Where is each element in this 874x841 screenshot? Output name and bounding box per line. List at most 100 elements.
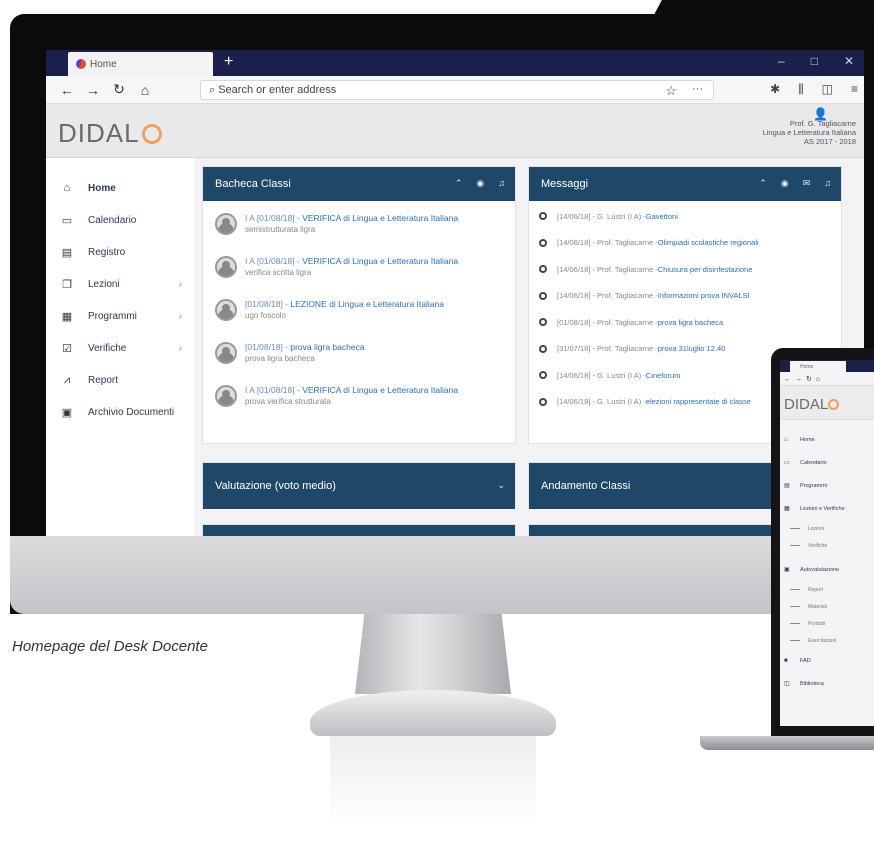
lessons-icon: ▦	[784, 506, 790, 512]
list-item[interactable]: I A [01/08/18] - VERIFICA di Lingua e Le…	[203, 250, 515, 293]
laptop-menu-item[interactable]: ▦ Lezioni e Verifiche	[780, 497, 874, 520]
list-item[interactable]: [01/08/18] - LEZIONE di Lingua e Lettera…	[203, 293, 515, 336]
search-icon: ⌕	[209, 84, 219, 96]
laptop-submenu-item[interactable]: Prodotti	[780, 615, 874, 632]
list-item[interactable]: [01/08/18] - Prof. Tagliacarne - prova l…	[529, 309, 841, 336]
post-subtitle: prova ligra bacheca	[245, 354, 315, 363]
more-icon[interactable]: ···	[692, 83, 703, 95]
bullet-icon	[539, 344, 547, 353]
list-item[interactable]: [14/06/18] - Prof. Tagliacarne - Informa…	[529, 283, 841, 310]
sidebar-item-lezioni[interactable]: ❐ Lezioni ›	[46, 268, 194, 300]
bell-icon[interactable]: ♫	[824, 178, 831, 189]
list-item[interactable]: I A [01/08/18] - VERIFICA di Lingua e Le…	[203, 207, 515, 250]
laptop-tab-title[interactable]: Home	[790, 361, 846, 372]
reload-icon[interactable]: ↻	[106, 81, 132, 98]
forward-icon[interactable]: →	[795, 376, 806, 383]
forward-icon[interactable]: →	[80, 82, 106, 98]
list-item[interactable]: [01/08/18] - prova ligra bacheca prova li…	[203, 336, 515, 379]
sidebar-item-label: Verifiche	[88, 342, 127, 354]
menu-label: Calendario	[800, 459, 827, 466]
collapse-icon[interactable]: ⌃	[759, 178, 767, 189]
chevron-down-icon[interactable]: ⌄	[497, 480, 505, 491]
message-subject: Informazioni prova INVALSI	[657, 291, 750, 301]
calendar-icon: ▭	[61, 214, 73, 227]
back-icon[interactable]: ←	[784, 376, 795, 383]
browser-navbar: ← → ↻ ⌂ ⌕ Search or enter address ☆ ··· …	[46, 76, 864, 104]
eye-icon[interactable]: ◉	[781, 178, 789, 189]
home-icon[interactable]: ⌂	[816, 376, 824, 383]
close-button[interactable]: ✕	[844, 54, 854, 68]
sidebar-item-label: Registro	[88, 246, 126, 258]
menu-label: Autovalutazione	[800, 566, 840, 573]
message-meta: [14/06/18] - G. Lustri (I A) -	[557, 211, 646, 221]
back-icon[interactable]: ←	[54, 82, 80, 98]
sidebar-item-archivio-documenti[interactable]: ▣ Archivio Documenti	[46, 396, 194, 428]
didal-logo[interactable]: DIDAL	[58, 118, 162, 149]
bullet-icon	[539, 371, 547, 380]
browser-tabbar: Home + – □ ✕	[46, 50, 864, 76]
sidebar-icon[interactable]: ◫	[822, 82, 833, 97]
list-item[interactable]: I A [01/08/18] - VERIFICA di Lingua e Le…	[203, 379, 515, 422]
panel-header-stub	[202, 524, 516, 536]
laptop-menu-item[interactable]: ⌂ Home	[780, 428, 874, 451]
programs-icon: ▤	[784, 483, 790, 489]
app-header: DIDAL 👤 Prof. G. Tagliacarne Lingua e Le…	[46, 104, 864, 158]
list-item[interactable]: [14/06/18] - G. Lustri (I A) - Gavettoni	[529, 203, 841, 230]
menu-label: Lezioni e Verifiche	[800, 505, 845, 512]
collapse-icon[interactable]: ⌃	[455, 178, 463, 189]
sidebar-item-report[interactable]: ⩘ Report	[46, 364, 194, 396]
sidebar-item-programmi[interactable]: ▦ Programmi ›	[46, 300, 194, 332]
menu-label: Report	[808, 586, 824, 593]
bell-icon[interactable]: ♫	[498, 178, 505, 189]
mail-icon[interactable]: ✉	[803, 178, 811, 189]
eye-icon[interactable]: ◉	[476, 178, 484, 189]
window-controls: – □ ✕	[778, 54, 854, 68]
panel-header[interactable]: Valutazione (voto medio) ⌄	[203, 463, 515, 509]
user-info[interactable]: 👤 Prof. G. Tagliacarne Lingua e Letterat…	[763, 108, 856, 146]
post-list: I A [01/08/18] - VERIFICA di Lingua e Le…	[203, 201, 515, 422]
laptop-menu-item[interactable]: ▣ Autovalutazione	[780, 558, 874, 581]
list-item[interactable]: [14/06/18] - Prof. Tagliacarne - Chiusur…	[529, 256, 841, 283]
new-tab-button[interactable]: +	[224, 53, 233, 71]
home-icon[interactable]: ⌂	[132, 82, 158, 98]
post-ref: I A [01/08/18] -	[245, 256, 303, 266]
browser-tab[interactable]: Home	[68, 52, 213, 76]
menu-icon[interactable]: ≡	[851, 82, 858, 97]
library-icon[interactable]: ⫼	[798, 82, 804, 97]
message-subject: elezioni rappresentate di classe	[645, 397, 751, 407]
laptop-base	[700, 736, 874, 750]
laptop-sidebar: ⌂ Home ▭ Calendario ▤ Programmi ▦ Lezioni e …	[780, 420, 874, 695]
menu-label: Esercitazioni	[808, 637, 837, 644]
message-subject: Cineforum	[645, 370, 681, 380]
laptop-menu-item[interactable]: ▭ Calendario	[780, 451, 874, 474]
laptop-submenu-item[interactable]: Report	[780, 581, 874, 598]
logo-text: DIDAL	[784, 396, 829, 413]
sidebar-item-calendario[interactable]: ▭ Calendario	[46, 204, 194, 236]
laptop-logo[interactable]: DIDAL	[780, 386, 874, 420]
maximize-button[interactable]: □	[811, 54, 818, 68]
sidebar-item-registro[interactable]: ▤ Registro	[46, 236, 194, 268]
address-placeholder: Search or enter address	[218, 84, 337, 96]
laptop-submenu-item[interactable]: Verifiche	[780, 537, 874, 554]
sidebar-item-verifiche[interactable]: ☑ Verifiche ›	[46, 332, 194, 364]
laptop-menu-item[interactable]: ▤ Programmi	[780, 474, 874, 497]
archive-icon: ▣	[61, 406, 73, 419]
laptop-menu-item[interactable]: ◫ Biblioteca	[780, 672, 874, 695]
laptop-submenu-item[interactable]: Esercitazioni	[780, 632, 874, 649]
menu-label: Lezioni	[808, 525, 824, 532]
reload-icon[interactable]: ↻	[806, 376, 816, 383]
panel-actions: ⌄	[497, 480, 505, 491]
browser-tools: ✱ ⫼ ◫ ≡	[770, 82, 858, 97]
minimize-button[interactable]: –	[778, 54, 785, 68]
laptop-menu-item[interactable]: ■ FAD	[780, 649, 874, 672]
address-bar[interactable]: ⌕ Search or enter address ☆ ···	[200, 80, 714, 100]
laptop-submenu-item[interactable]: Materiali	[780, 598, 874, 615]
chevron-right-icon: ›	[179, 311, 182, 321]
extension-icon[interactable]: ✱	[770, 82, 780, 97]
star-icon[interactable]: ☆	[665, 83, 677, 99]
message-meta: [14/06/18] - G. Lustri (I A) -	[557, 397, 646, 407]
programs-icon: ▦	[61, 310, 73, 323]
list-item[interactable]: [14/06/18] - Prof. Tagliacarne - Olimpia…	[529, 230, 841, 257]
sidebar-item-home[interactable]: ⌂ Home	[46, 172, 194, 204]
laptop-submenu-item[interactable]: Lezioni	[780, 520, 874, 537]
